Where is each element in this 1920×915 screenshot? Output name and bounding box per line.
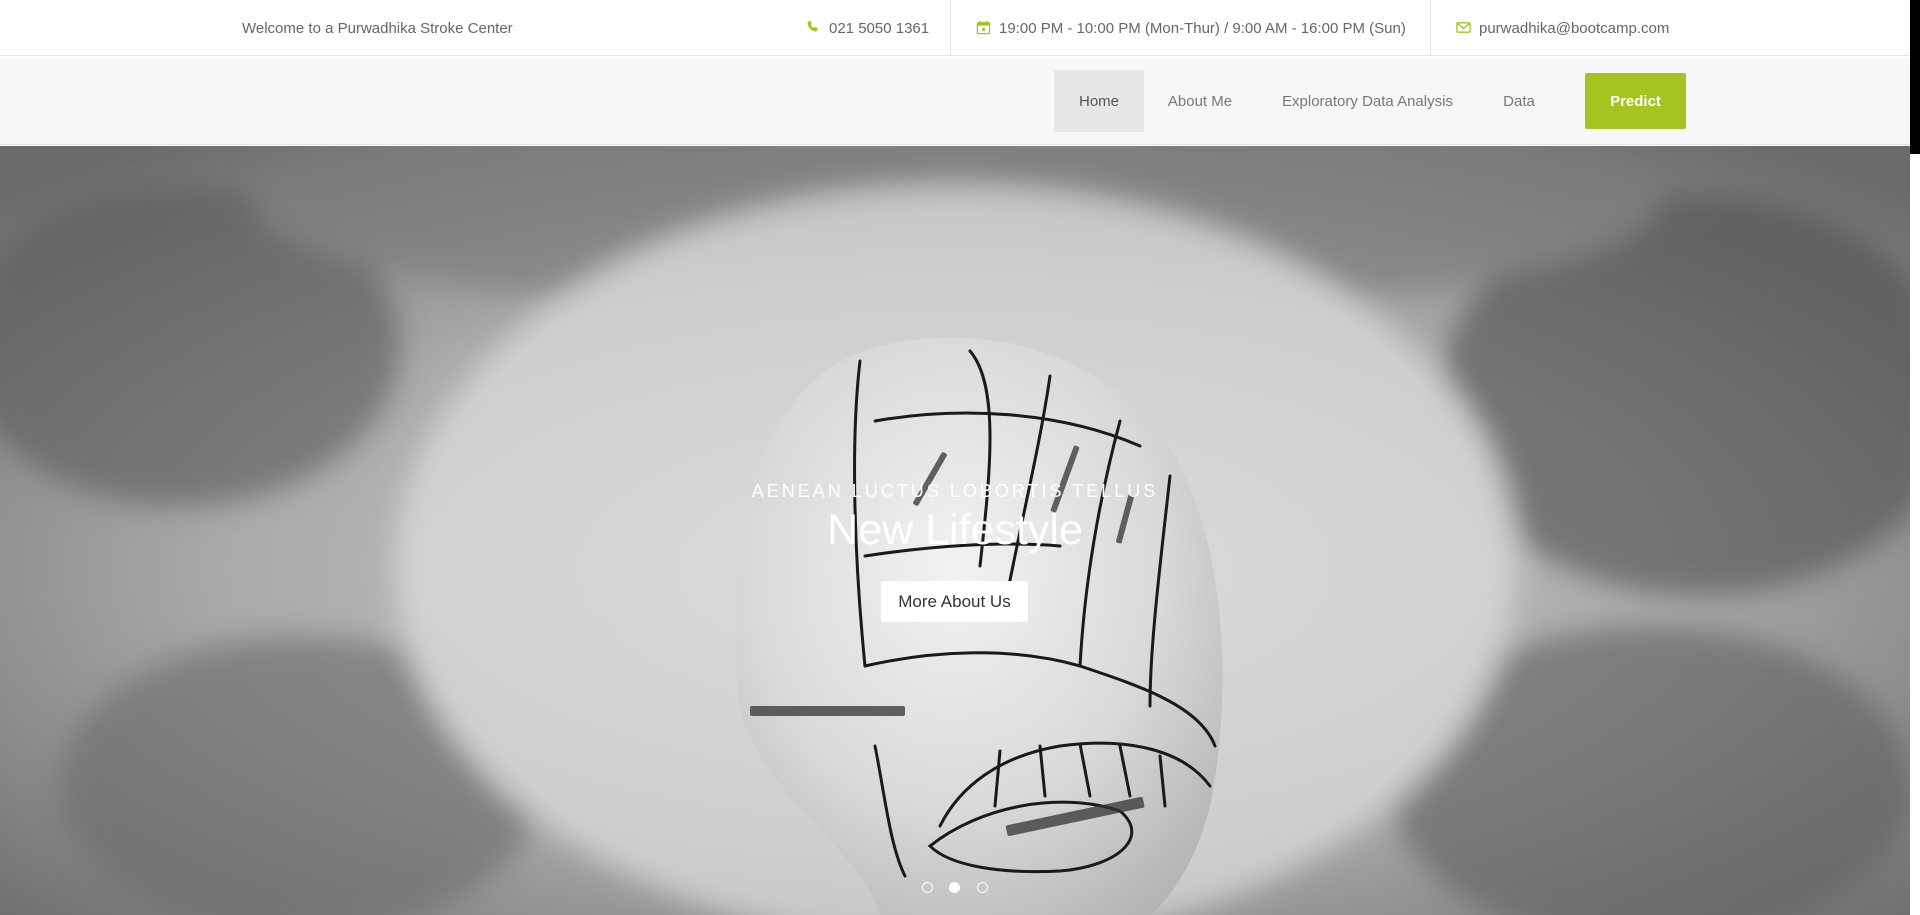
hero-title: New Lifestyle	[827, 506, 1083, 554]
nav-home[interactable]: Home	[1054, 70, 1144, 132]
phone-icon	[806, 20, 822, 36]
nav-data[interactable]: Data	[1490, 70, 1548, 132]
calendar-icon	[976, 20, 992, 36]
slider-dot-1[interactable]	[922, 882, 933, 893]
hours-text: 19:00 PM - 10:00 PM (Mon-Thur) / 9:00 AM…	[999, 19, 1406, 37]
predict-button[interactable]: Predict	[1585, 73, 1686, 129]
hero-kicker: Aenean luctus lobortis tellus	[751, 481, 1159, 501]
email-link[interactable]: purwadhika@bootcamp.com	[1479, 20, 1669, 37]
main-navbar: Home About Me Exploratory Data Analysis …	[0, 57, 1910, 145]
email-contact: purwadhika@bootcamp.com	[1430, 0, 1669, 56]
hero-slider: Aenean luctus lobortis tellus New Lifest…	[0, 146, 1910, 915]
page: Welcome to a Purwadhika Stroke Center 02…	[0, 0, 1910, 915]
welcome-text: Welcome to a Purwadhika Stroke Center	[242, 20, 513, 37]
phone-contact: 021 5050 1361	[806, 0, 929, 56]
phone-number: 021 5050 1361	[829, 19, 930, 37]
nav-exploratory-data-analysis[interactable]: Exploratory Data Analysis	[1270, 70, 1465, 132]
more-about-us-button[interactable]: More About Us	[881, 581, 1028, 622]
slider-dot-3[interactable]	[977, 882, 988, 893]
slider-dot-2[interactable]	[949, 882, 960, 893]
opening-hours: 19:00 PM - 10:00 PM (Mon-Thur) / 9:00 AM…	[950, 0, 1406, 56]
envelope-icon	[1456, 20, 1472, 36]
top-info-bar: Welcome to a Purwadhika Stroke Center 02…	[0, 0, 1910, 56]
nav-about-me[interactable]: About Me	[1160, 70, 1240, 132]
scrollbar-thumb[interactable]	[1910, 0, 1920, 154]
